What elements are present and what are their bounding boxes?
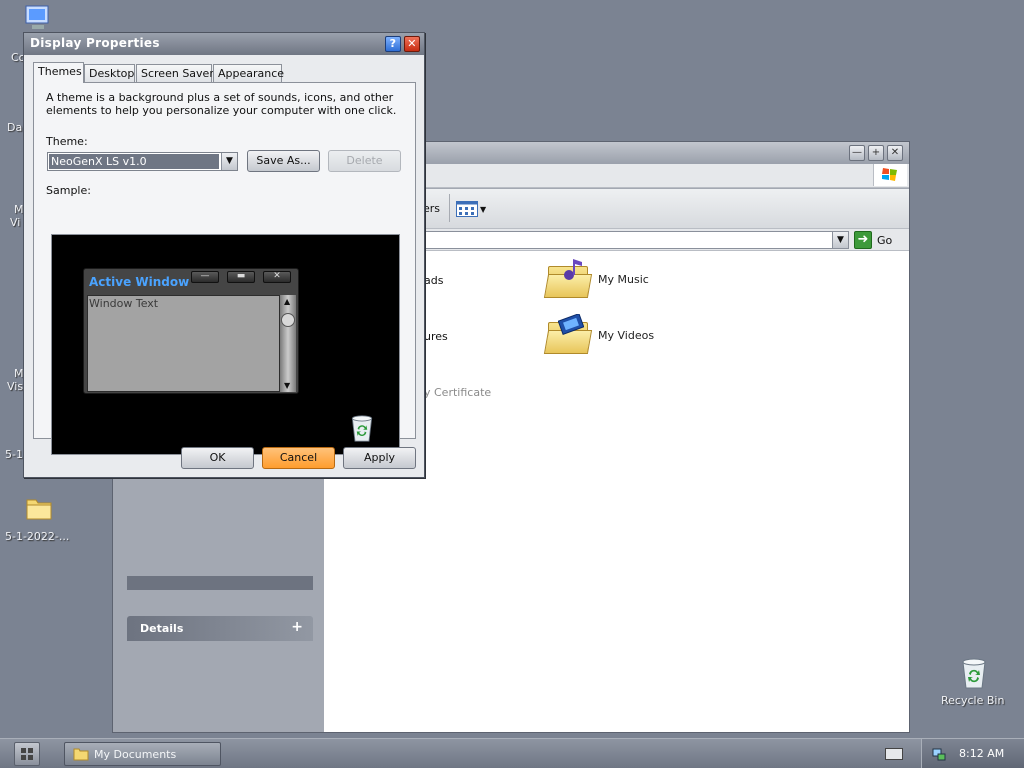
sample-label: Sample:: [46, 184, 91, 197]
tab-screen-saver[interactable]: Screen Saver: [136, 64, 214, 82]
desktop-icon-computer[interactable]: [22, 4, 56, 34]
toolbar-separator: [449, 194, 450, 222]
chevron-down-icon: ▼: [480, 204, 487, 214]
keyboard-icon[interactable]: [885, 748, 903, 760]
list-item[interactable]: ures: [424, 330, 448, 343]
taskbar-item-label: My Documents: [94, 747, 177, 761]
sample-restore-icon: ▬: [227, 271, 255, 283]
explorer-maximize-button[interactable]: +: [868, 145, 884, 161]
clock[interactable]: 8:12 AM: [959, 747, 1004, 760]
display-properties-dialog[interactable]: Display Properties ? ✕ Themes Desktop Sc…: [23, 32, 425, 478]
sample-window-body: Window Text: [87, 295, 280, 392]
desktop-label-51: 5-1: [5, 448, 23, 461]
explorer-minimize-button[interactable]: —: [849, 145, 865, 161]
views-grid-icon: [456, 201, 478, 217]
close-icon: ✕: [407, 37, 417, 50]
desktop-icon-folder[interactable]: [26, 496, 52, 520]
network-tray-icon[interactable]: [931, 746, 947, 762]
list-item-certificate[interactable]: y Certificate: [424, 386, 491, 399]
sample-recycle-bin-icon: [348, 413, 376, 446]
themes-tab-panel: A theme is a background plus a set of so…: [33, 82, 416, 455]
theme-select[interactable]: NeoGenX LS v1.0 ▼: [47, 152, 238, 171]
taskbar-item-my-documents[interactable]: My Documents: [64, 742, 221, 766]
system-tray: 8:12 AM: [921, 739, 1024, 768]
help-button[interactable]: ?: [385, 36, 401, 52]
start-grid-icon: [21, 748, 33, 760]
theme-description: A theme is a background plus a set of so…: [46, 91, 397, 117]
tab-appearance[interactable]: Appearance: [213, 64, 284, 82]
music-folder-icon: [543, 259, 593, 298]
task-pane-section-bottom: [127, 576, 313, 590]
recycle-bin-icon: [962, 658, 986, 689]
sample-minimize-icon: —: [191, 271, 219, 283]
windows-logo-icon: [873, 164, 907, 186]
list-item-my-music[interactable]: My Music: [543, 259, 649, 298]
desktop-label-vis2: Vis: [7, 380, 24, 393]
details-label: Details: [140, 622, 184, 635]
recycle-bin-label: Recycle Bin: [941, 694, 1005, 707]
list-item-label: My Videos: [598, 328, 655, 342]
dialog-title: Display Properties: [30, 36, 160, 50]
go-arrow-icon: ➜: [854, 231, 872, 249]
sample-window-text: Window Text: [89, 297, 159, 310]
desktop-label-vi1: Vi: [10, 216, 21, 229]
theme-select-value: NeoGenX LS v1.0: [49, 154, 219, 169]
dialog-title-bar[interactable]: Display Properties ? ✕: [24, 33, 424, 55]
delete-button[interactable]: Delete: [328, 150, 401, 172]
folder-icon: [26, 499, 52, 520]
apply-button[interactable]: Apply: [343, 447, 416, 469]
tab-desktop[interactable]: Desktop: [84, 64, 135, 82]
chevron-down-icon: ▼: [226, 156, 233, 166]
save-as-button[interactable]: Save As...: [247, 150, 320, 172]
folder-icon: [73, 748, 89, 761]
video-folder-icon: [543, 314, 593, 354]
sample-scrollbar: ▲ ▼: [280, 295, 296, 392]
list-item-my-videos[interactable]: My Videos: [543, 314, 655, 354]
cancel-button[interactable]: Cancel: [262, 447, 335, 469]
go-button[interactable]: ➜ Go: [854, 231, 906, 249]
desktop-recycle-bin[interactable]: [958, 656, 990, 690]
sample-close-icon: ✕: [263, 271, 291, 283]
scroll-thumb: [281, 313, 295, 327]
computer-icon: [25, 5, 49, 29]
desktop-label-folder-2022: 5-1-2022-...: [5, 530, 70, 543]
explorer-close-button[interactable]: ✕: [887, 145, 903, 161]
list-item-label: My Music: [598, 272, 649, 286]
ok-button[interactable]: OK: [181, 447, 254, 469]
dialog-close-button[interactable]: ✕: [404, 36, 420, 52]
taskbar: My Documents 8:12 AM: [0, 738, 1024, 768]
desktop-label-da: Da: [7, 121, 23, 134]
tab-themes[interactable]: Themes: [33, 62, 84, 83]
expand-plus-icon[interactable]: +: [291, 619, 303, 635]
folders-button-partial[interactable]: ers: [423, 202, 440, 215]
details-section-header[interactable]: Details +: [127, 616, 313, 641]
start-button[interactable]: [14, 742, 40, 766]
theme-select-dropdown[interactable]: ▼: [221, 153, 237, 170]
help-icon: ?: [389, 37, 397, 50]
sample-window-title: Active Window: [89, 275, 190, 289]
theme-label: Theme:: [46, 135, 88, 148]
theme-sample-preview: Active Window — ▬ ✕ Window Text ▲ ▼: [51, 234, 400, 455]
scroll-down-icon: ▼: [284, 381, 291, 390]
sample-active-window: Active Window — ▬ ✕ Window Text ▲ ▼: [83, 268, 299, 394]
views-button[interactable]: ▼: [456, 198, 492, 220]
go-label: Go: [877, 233, 893, 247]
list-item[interactable]: ads: [424, 274, 443, 287]
chevron-down-icon: ▼: [837, 235, 844, 245]
scroll-up-icon: ▲: [284, 297, 291, 306]
address-dropdown-button[interactable]: ▼: [832, 232, 848, 248]
